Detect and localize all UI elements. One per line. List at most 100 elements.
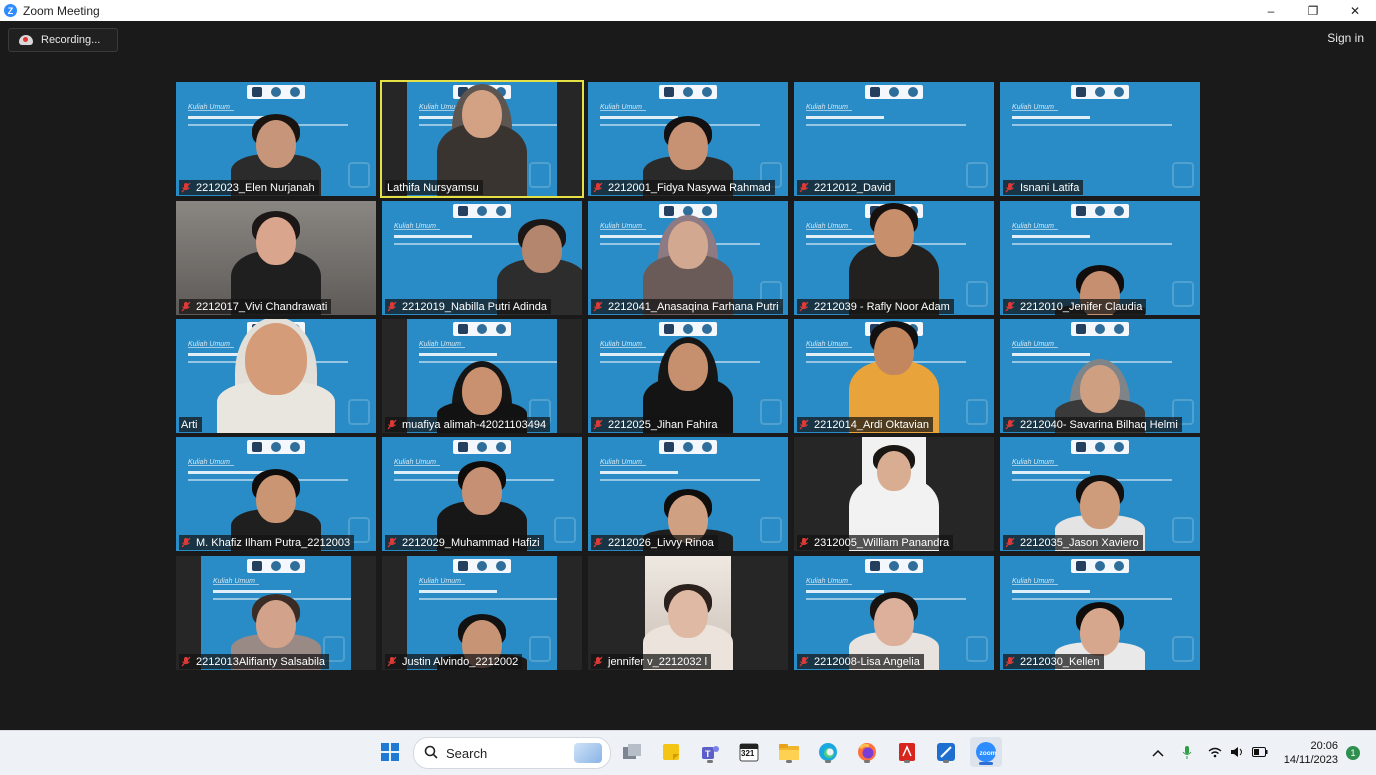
shared-slide-background: Kuliah Umum — [794, 82, 994, 196]
face — [462, 90, 502, 138]
face — [874, 209, 914, 257]
participant-video — [422, 82, 542, 196]
notification-badge[interactable]: 1 — [1346, 746, 1360, 760]
taskbar-search[interactable]: Search — [413, 737, 611, 769]
participant-video-tile[interactable]: 2212017_Vivi Chandrawati — [176, 201, 376, 315]
muted-mic-icon — [799, 656, 809, 667]
wifi-icon[interactable] — [1208, 746, 1222, 761]
participant-video-tile[interactable]: Kuliah Umum 2212026_Livvy Rinoa — [588, 437, 788, 551]
muted-mic-icon — [387, 656, 397, 667]
search-highlight-icon — [574, 743, 602, 763]
sticky-notes-icon[interactable] — [658, 739, 684, 765]
participant-video-tile[interactable]: Kuliah Umum 2212001_Fidya Nasywa Rahmad — [588, 82, 788, 196]
participant-video-tile[interactable]: jennifer v_2212032 l — [588, 556, 788, 670]
participant-video-tile[interactable]: Kuliah Umum muafiya alimah-42021103494 — [382, 319, 582, 433]
participant-video-tile[interactable]: Kuliah Umum 2212013Alifianty Salsabila — [176, 556, 376, 670]
system-tray — [1152, 731, 1268, 775]
participant-name-label: muafiya alimah-42021103494 — [385, 417, 551, 432]
participant-video-tile[interactable]: Kuliah Umum 2212014_Ardi Oktavian — [794, 319, 994, 433]
participant-video-tile[interactable]: Kuliah Umum 2212023_Elen Nurjanah — [176, 82, 376, 196]
slide-decoration — [348, 162, 370, 188]
windows-taskbar: Search T 321 zoom 20:06 14/11/2023 1 — [0, 730, 1376, 775]
muted-mic-icon — [1005, 656, 1015, 667]
slide-logos — [865, 85, 923, 99]
slide-decoration — [966, 636, 988, 662]
face — [668, 343, 708, 391]
participant-name-label: 2212039 - Rafly Noor Adam — [797, 299, 954, 314]
participant-video-tile[interactable]: Kuliah Umum 2212030_Kellen — [1000, 556, 1200, 670]
calendar-icon[interactable]: 321 — [736, 739, 762, 765]
slide-title-line — [1012, 116, 1090, 119]
participant-video-tile[interactable]: Kuliah Umum 2212008-Lisa Angelia — [794, 556, 994, 670]
firefox-running-indicator — [864, 760, 870, 763]
windows-start-icon[interactable] — [377, 739, 403, 765]
ub-logo-icon — [457, 206, 468, 216]
participant-video — [834, 437, 954, 551]
participant-video — [422, 437, 542, 551]
zoom-icon[interactable]: zoom — [970, 737, 1002, 767]
participant-video-tile[interactable]: Kuliah Umum 2212041_Anasaqina Farhana Put… — [588, 201, 788, 315]
volume-icon[interactable] — [1230, 746, 1244, 761]
microphone-icon[interactable] — [1182, 745, 1192, 762]
participant-name-label: 2212025_Jihan Fahira — [591, 417, 722, 432]
participant-name-label: 2212026_Livvy Rinoa — [591, 535, 718, 550]
participant-video-tile[interactable]: Kuliah Umum 2212040- Savarina Bilhaq Helm… — [1000, 319, 1200, 433]
muted-mic-icon — [593, 419, 603, 430]
participant-video-tile[interactable]: Kuliah Umum 2212029_Muhammad Hafizi — [382, 437, 582, 551]
participant-video-tile[interactable]: Kuliah Umum 2212035_Jason Xaviero — [1000, 437, 1200, 551]
participant-video — [1040, 556, 1160, 670]
participant-name-label: Lathifa Nursyamsu — [385, 180, 483, 195]
participant-video-tile[interactable]: Kuliah Umum 2212019_Nabilla Putri Adinda — [382, 201, 582, 315]
chevron-up-icon[interactable] — [1152, 746, 1164, 760]
face — [874, 327, 914, 375]
acrobat-icon[interactable] — [894, 739, 920, 765]
search-icon — [424, 745, 438, 762]
muted-mic-icon — [593, 301, 603, 312]
participant-video-tile[interactable]: 2312005_William Panandra — [794, 437, 994, 551]
teams-icon[interactable]: T — [697, 739, 723, 765]
slide-decoration — [1172, 281, 1194, 307]
muted-mic-icon — [799, 537, 809, 548]
participant-video-tile[interactable]: Kuliah Umum 2212010_Jenifer Claudia — [1000, 201, 1200, 315]
participant-video — [216, 319, 336, 433]
participant-video-tile[interactable]: Kuliah Umum 2212012_David — [794, 82, 994, 196]
slide-decoration — [1172, 636, 1194, 662]
muted-mic-icon — [799, 182, 809, 193]
participant-video-tile[interactable]: Kuliah Umum Justin Alvindo_2212002 — [382, 556, 582, 670]
muted-mic-icon — [799, 419, 809, 430]
muted-mic-icon — [1005, 537, 1015, 548]
participant-video-tile[interactable]: Kuliah Umum 2212025_Jihan Fahira — [588, 319, 788, 433]
face — [462, 467, 502, 515]
firefox-icon[interactable] — [854, 739, 880, 765]
participant-video-tile[interactable]: Kuliah Umum Isnani Latifa — [1000, 82, 1200, 196]
snipping-tool-icon[interactable] — [933, 739, 959, 765]
battery-icon[interactable] — [1252, 746, 1268, 760]
participant-video — [1040, 201, 1160, 315]
muted-mic-icon — [387, 419, 397, 430]
task-view-icon[interactable] — [619, 739, 645, 765]
muted-mic-icon — [181, 656, 191, 667]
participant-name-label: Isnani Latifa — [1003, 180, 1084, 195]
system-clock[interactable]: 20:06 14/11/2023 — [1284, 739, 1338, 767]
participant-name: 2212001_Fidya Nasywa Rahmad — [608, 181, 771, 194]
participant-name: 2212030_Kellen — [1020, 655, 1100, 668]
participant-name: 2212008-Lisa Angelia — [814, 655, 920, 668]
participant-name: Isnani Latifa — [1020, 181, 1080, 194]
file-explorer-icon[interactable] — [776, 739, 802, 765]
participant-name: 2212012_David — [814, 181, 892, 194]
participant-video-tile[interactable]: Kuliah Umum Arti — [176, 319, 376, 433]
participant-video — [628, 556, 748, 670]
muted-mic-icon — [1005, 419, 1015, 430]
participant-name: 2312005_William Panandra — [814, 536, 950, 549]
edge-icon[interactable] — [815, 739, 841, 765]
participant-video — [216, 82, 336, 196]
participant-name-label: 2212014_Ardi Oktavian — [797, 417, 933, 432]
participant-video-tile[interactable]: Kuliah Umum 2212039 - Rafly Noor Adam — [794, 201, 994, 315]
face — [668, 221, 708, 269]
participant-name-label: 2212041_Anasaqina Farhana Putri — [591, 299, 783, 314]
face — [668, 590, 708, 638]
participant-name: Lathifa Nursyamsu — [387, 181, 479, 194]
participant-video-tile[interactable]: Kuliah Umum M. Khafiz Ilham Putra_2212003 — [176, 437, 376, 551]
participant-video — [628, 201, 748, 315]
participant-video-tile[interactable]: Kuliah Umum Lathifa Nursyamsu — [380, 80, 584, 198]
